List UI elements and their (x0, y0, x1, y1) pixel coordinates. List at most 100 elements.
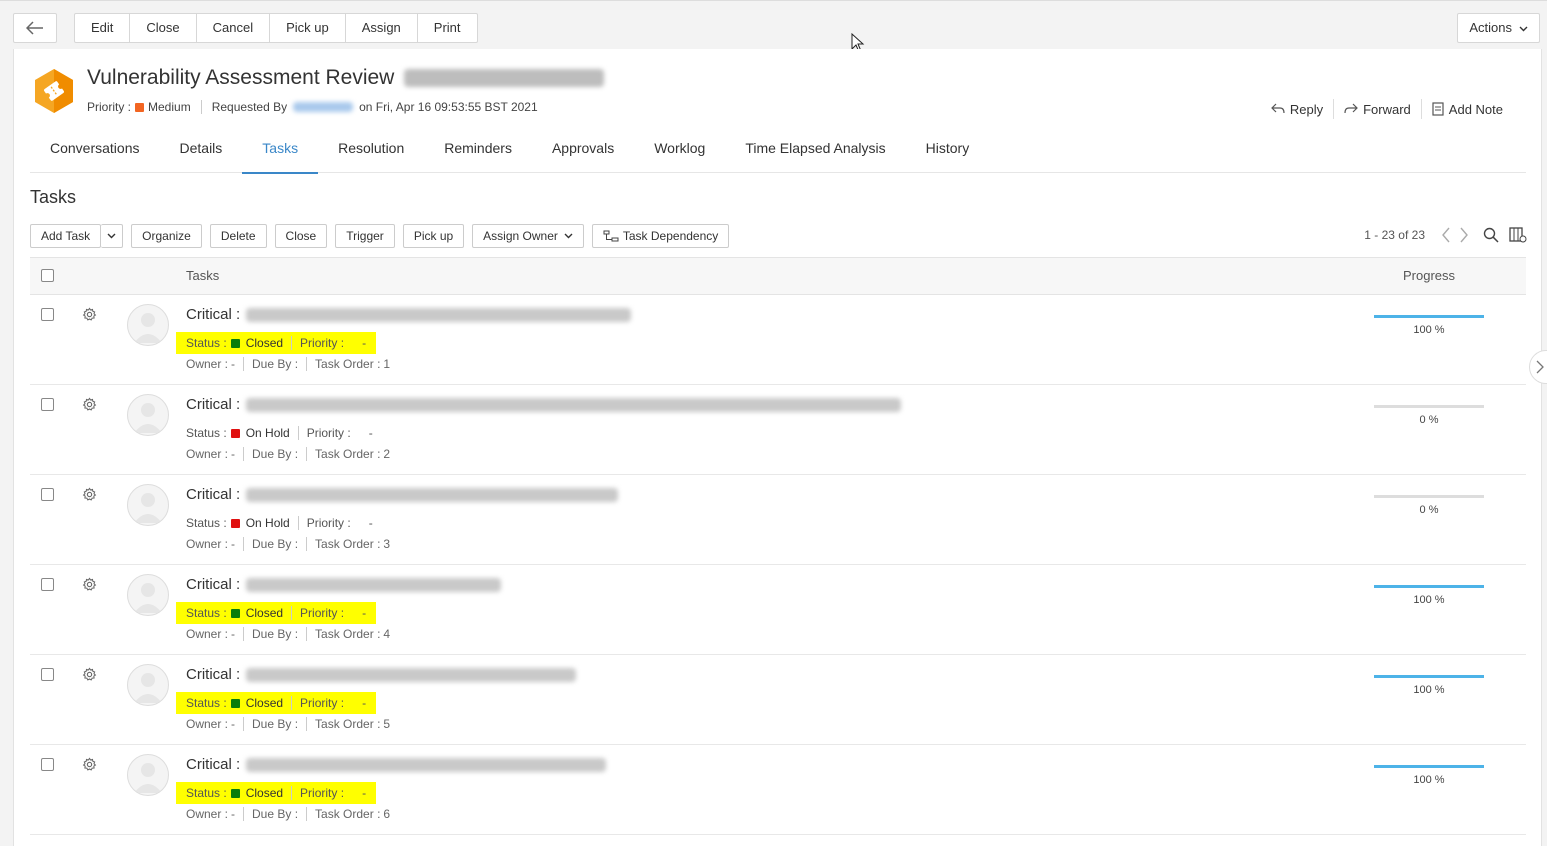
user-icon (134, 673, 162, 703)
redacted-requester-link[interactable] (293, 102, 354, 112)
redacted-task-title (246, 487, 619, 502)
assign-button[interactable]: Assign (346, 14, 418, 42)
reply-label: Reply (1289, 101, 1324, 117)
tab-conversations[interactable]: Conversations (30, 128, 160, 172)
task-title[interactable]: Critical : (186, 666, 577, 683)
delete-button[interactable]: Delete (209, 224, 267, 248)
edit-button[interactable]: Edit (75, 14, 131, 42)
next-page-button[interactable] (1459, 227, 1469, 243)
select-all-checkbox[interactable] (41, 269, 54, 282)
forward-button[interactable]: Forward (1334, 102, 1421, 117)
prev-page-button[interactable] (1441, 227, 1451, 243)
tab-resolution[interactable]: Resolution (318, 128, 424, 172)
task-order-value: 1 (383, 357, 391, 371)
row-settings-button[interactable] (82, 667, 97, 687)
redacted-task-title (246, 757, 607, 772)
task-status-line: Status : Closed Priority : - (176, 692, 377, 714)
arrow-left-icon (26, 21, 43, 35)
progress-percent: 100 % (1413, 684, 1445, 696)
pick-up-button[interactable]: Pick up (270, 14, 346, 42)
column-chooser-button[interactable] (1509, 227, 1527, 243)
add-task-button[interactable]: Add Task (30, 224, 102, 248)
progress-bar (1374, 495, 1484, 498)
tab-worklog[interactable]: Worklog (634, 128, 725, 172)
gear-icon (82, 577, 97, 591)
request-title: Vulnerability Assessment Review (87, 66, 395, 89)
forward-label: Forward (1363, 101, 1411, 117)
cancel-button[interactable]: Cancel (197, 14, 271, 42)
row-checkbox[interactable] (41, 398, 54, 411)
task-order-label: Task Order : (315, 807, 381, 821)
tab-approvals[interactable]: Approvals (532, 128, 634, 172)
divider (306, 807, 308, 821)
tasks-section-title: Tasks (30, 187, 77, 207)
task-order-value: 4 (383, 627, 391, 641)
row-settings-button[interactable] (82, 757, 97, 777)
table-row[interactable]: Critical : Status : Closed Priority : - … (30, 564, 1526, 655)
row-checkbox[interactable] (41, 758, 54, 771)
priority-label: Priority : (306, 516, 351, 530)
request-ticket-icon (35, 69, 73, 113)
progress-percent: 0 % (1419, 504, 1439, 516)
priority-label: Priority : (300, 336, 345, 350)
row-settings-button[interactable] (82, 307, 97, 327)
task-title[interactable]: Critical : (186, 756, 607, 773)
redacted-task-title (246, 307, 632, 322)
close-button[interactable]: Close (130, 14, 197, 42)
meta-divider (200, 100, 202, 114)
progress-indicator: 0 % (1374, 405, 1484, 426)
add-task-dropdown[interactable] (101, 224, 124, 248)
task-order-label: Task Order : (315, 447, 381, 461)
reply-button[interactable]: Reply (1261, 102, 1333, 117)
table-row[interactable]: Critical : Status : On Hold Priority : -… (30, 474, 1526, 565)
actions-dropdown[interactable]: Actions (1457, 13, 1540, 43)
row-settings-button[interactable] (82, 487, 97, 507)
tab-time-elapsed-analysis[interactable]: Time Elapsed Analysis (725, 128, 905, 172)
row-checkbox[interactable] (41, 578, 54, 591)
task-title[interactable]: Critical : (186, 486, 619, 503)
trigger-button[interactable]: Trigger (335, 224, 395, 248)
tab-tasks[interactable]: Tasks (242, 128, 318, 174)
tab-history[interactable]: History (906, 128, 990, 172)
back-button[interactable] (13, 13, 57, 43)
top-toolbar: Edit Close Cancel Pick up Assign Print A… (0, 0, 1547, 53)
pick-up-tasks-button[interactable]: Pick up (402, 224, 465, 248)
status-color-dot (230, 698, 240, 708)
row-checkbox[interactable] (41, 488, 54, 501)
owner-label: Owner : (186, 627, 229, 641)
gear-icon (82, 667, 97, 681)
task-dependency-button[interactable]: Task Dependency (591, 224, 730, 248)
assign-owner-dropdown[interactable]: Assign Owner (472, 224, 584, 248)
table-row[interactable]: Critical : Status : On Hold Priority : -… (30, 384, 1526, 475)
close-tasks-button[interactable]: Close (274, 224, 328, 248)
divider (291, 786, 293, 800)
user-icon (134, 403, 162, 433)
row-checkbox[interactable] (41, 308, 54, 321)
redacted-task-title (246, 397, 902, 412)
organize-button[interactable]: Organize (131, 224, 202, 248)
print-button[interactable]: Print (418, 14, 477, 42)
request-action-group: Edit Close Cancel Pick up Assign Print (74, 13, 478, 43)
row-settings-button[interactable] (82, 577, 97, 597)
task-title[interactable]: Critical : (186, 306, 632, 323)
add-note-button[interactable]: Add Note (1422, 102, 1513, 117)
row-checkbox[interactable] (41, 668, 54, 681)
tab-reminders[interactable]: Reminders (424, 128, 532, 172)
divider (243, 717, 245, 731)
status-value: On Hold (245, 426, 290, 440)
table-row[interactable]: Critical : Status : Closed Priority : - … (30, 654, 1526, 745)
search-button[interactable] (1483, 227, 1499, 243)
task-title[interactable]: Critical : (186, 396, 902, 413)
chevron-right-icon (1460, 227, 1468, 243)
table-row[interactable]: Critical : Status : Closed Priority : - … (30, 294, 1526, 385)
tab-details[interactable]: Details (160, 128, 243, 172)
task-priority-value: - (362, 336, 367, 350)
status-value: Closed (245, 786, 284, 800)
task-title[interactable]: Critical : (186, 576, 502, 593)
avatar (127, 304, 169, 346)
user-icon (134, 493, 162, 523)
table-row[interactable]: Critical : Status : Closed Priority : - … (30, 744, 1526, 835)
owner-label: Owner : (186, 537, 229, 551)
row-settings-button[interactable] (82, 397, 97, 417)
search-icon (1483, 227, 1499, 243)
